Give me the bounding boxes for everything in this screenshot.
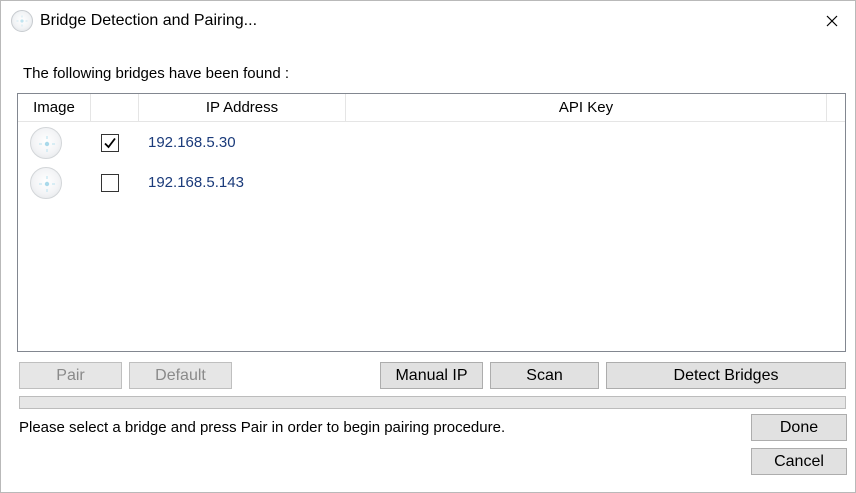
column-header-ip-address[interactable]: IP Address bbox=[139, 94, 346, 122]
status-text: Please select a bridge and press Pair in… bbox=[19, 419, 506, 436]
ip-address-cell: 192.168.5.143 bbox=[148, 174, 244, 191]
list-header: Image IP Address API Key bbox=[18, 94, 845, 122]
progress-bar bbox=[19, 396, 846, 409]
column-header-image[interactable]: Image bbox=[18, 94, 91, 122]
bridge-icon bbox=[30, 127, 62, 159]
list-item[interactable]: 192.168.5.30 bbox=[18, 124, 845, 164]
found-bridges-label: The following bridges have been found : bbox=[23, 65, 290, 82]
column-header-select[interactable] bbox=[91, 94, 139, 122]
list-item[interactable]: 192.168.5.143 bbox=[18, 164, 845, 204]
close-button[interactable] bbox=[809, 1, 855, 41]
bridge-app-icon bbox=[11, 10, 33, 32]
title-bar: Bridge Detection and Pairing... bbox=[1, 1, 855, 41]
checkmark-icon bbox=[104, 137, 116, 149]
bridge-select-checkbox[interactable] bbox=[101, 174, 119, 192]
bridge-icon bbox=[30, 167, 62, 199]
close-icon bbox=[826, 15, 838, 27]
ip-address-cell: 192.168.5.30 bbox=[148, 134, 236, 151]
cancel-button[interactable]: Cancel bbox=[751, 448, 847, 475]
window-title: Bridge Detection and Pairing... bbox=[40, 12, 258, 29]
detect-bridges-button[interactable]: Detect Bridges bbox=[606, 362, 846, 389]
scan-button[interactable]: Scan bbox=[490, 362, 599, 389]
default-button[interactable]: Default bbox=[129, 362, 232, 389]
bridge-list[interactable]: Image IP Address API Key 192.168.5.30 19… bbox=[17, 93, 846, 352]
column-header-api-key[interactable]: API Key bbox=[346, 94, 827, 122]
bridge-select-checkbox[interactable] bbox=[101, 134, 119, 152]
pair-button[interactable]: Pair bbox=[19, 362, 122, 389]
manual-ip-button[interactable]: Manual IP bbox=[380, 362, 483, 389]
done-button[interactable]: Done bbox=[751, 414, 847, 441]
dialog-window: Bridge Detection and Pairing... The foll… bbox=[0, 0, 856, 493]
